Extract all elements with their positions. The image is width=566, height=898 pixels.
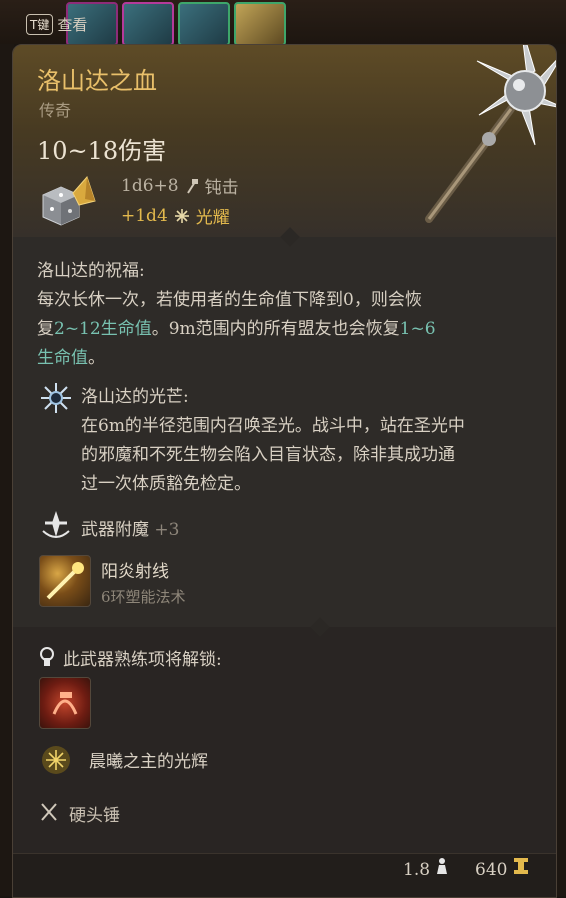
weapon-type-icon (41, 803, 57, 821)
enchant-label: 武器附魔 (81, 520, 149, 540)
item-tooltip: 洛山达之血 传奇 10~18伤害 1d6+8 钝击 +1d4 光耀 洛山达的祝福… (12, 44, 557, 898)
mace-icon (425, 45, 556, 223)
heal-allies-unit: 生命值 (37, 348, 88, 368)
heal-allies-value: 1~6 (399, 319, 436, 339)
bonus-damage: +1d4 光耀 (121, 203, 230, 229)
key-badge: T键 (26, 13, 54, 35)
proficiency-icon[interactable] (39, 677, 91, 729)
spell-level: 6环塑能法术 (101, 588, 186, 606)
price-value: 640 (475, 860, 508, 880)
enchantment: 武器附魔 +3 (81, 515, 179, 540)
item-rarity: 传奇 (39, 101, 72, 120)
blessing-text-c: 。9m范围内的所有盟友也会恢复 (151, 319, 400, 339)
hotbar-slot[interactable] (122, 2, 174, 46)
weight-icon (437, 858, 448, 874)
proficiency-lock-icon (40, 647, 54, 666)
radiant-icon (174, 208, 189, 223)
radiance-title: 洛山达的光芒: (81, 387, 189, 407)
radiance-line-2: 的邪魔和不死生物会陷入目盲状态，除非其成功通 (81, 445, 455, 465)
inspect-key-hint[interactable]: T键 查看 (22, 12, 91, 36)
blessing-text-a: 每次长休一次，若使用者的生命值下降到0，则会恢 (37, 290, 422, 310)
weight-value: 1.8 (403, 860, 431, 880)
enchant-icon (42, 511, 70, 538)
hotbar-slot[interactable] (178, 2, 230, 46)
bonus-damage-type: 光耀 (195, 208, 230, 228)
proficiency-feature: 晨曦之主的光辉 (89, 752, 208, 772)
sunburst-icon (41, 383, 71, 413)
radiance-line-1: 在6m的半径范围内召唤圣光。战斗中，站在圣光中 (81, 416, 465, 436)
item-price: 640 (475, 857, 529, 880)
item-name: 洛山达之血 (37, 67, 157, 95)
radiant-feature-icon (42, 746, 70, 774)
heal-self-value: 2~12生命值 (54, 319, 152, 339)
blessing-text-d: 。 (88, 348, 105, 368)
hotbar-slot[interactable] (234, 2, 286, 46)
enchant-value: +3 (154, 520, 180, 540)
sunbeam-spell-icon[interactable] (39, 555, 91, 607)
blessing-text: 每次长休一次，若使用者的生命值下降到0，则会恢 复2~12生命值。9m范围内的所… (37, 286, 537, 373)
blunt-icon (186, 178, 198, 194)
inspect-label: 查看 (57, 15, 88, 34)
dice-icon (42, 176, 96, 226)
proficiency-title: 此武器熟练项将解锁: (63, 650, 222, 670)
gold-icon (513, 858, 528, 874)
main-damage-dice: 1d6+8 (121, 175, 179, 196)
damage-range: 10~18伤害 (37, 137, 167, 165)
spell-name: 阳炎射线 (101, 562, 169, 582)
radiance-line-3: 过一次体质豁免检定。 (81, 474, 251, 494)
main-damage: 1d6+8 钝击 (121, 173, 239, 199)
bonus-damage-dice: +1d4 (121, 205, 168, 226)
main-damage-type: 钝击 (204, 178, 239, 198)
item-weight: 1.8 (403, 857, 449, 880)
blessing-title: 洛山达的祝福: (37, 261, 145, 281)
blessing-text-b: 复 (37, 319, 54, 339)
weapon-type: 硬头锤 (69, 806, 120, 826)
